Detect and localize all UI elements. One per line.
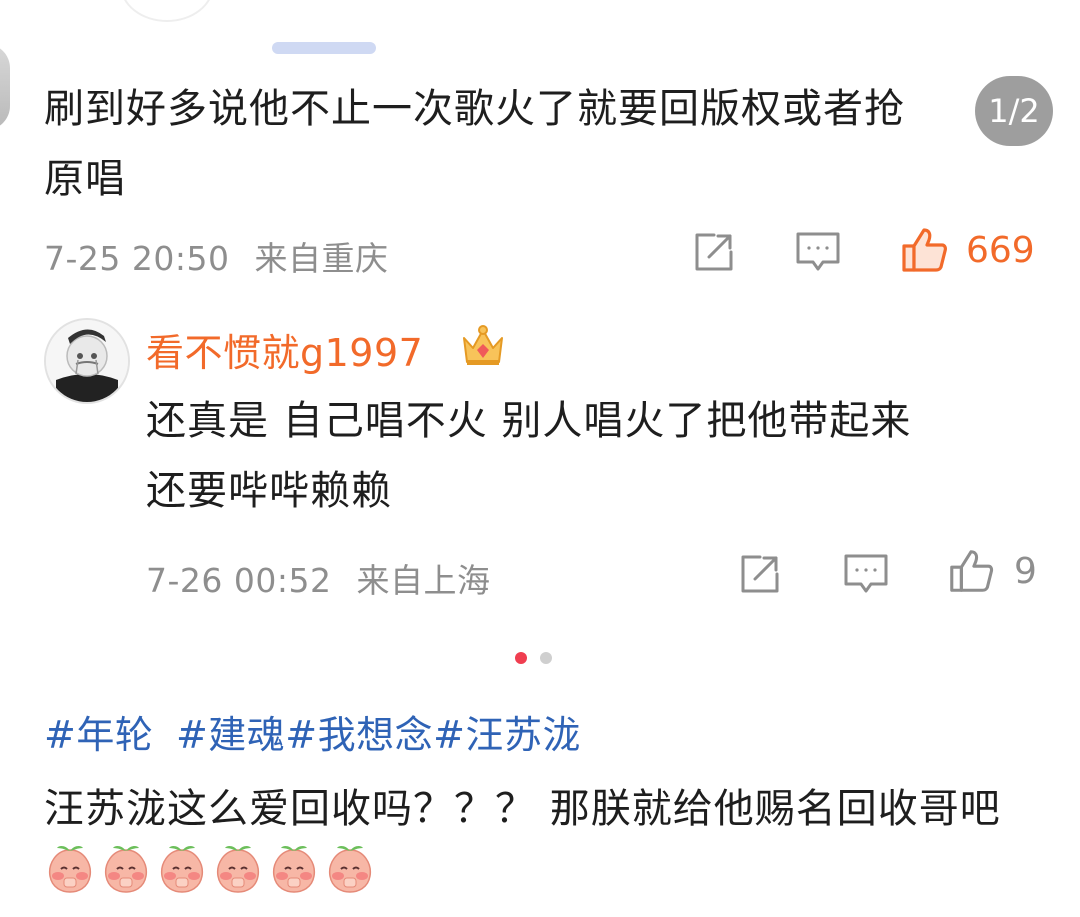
comment2-meta: 7-26 00:52 来自上海 [146,554,491,602]
comment2-line1: 还真是 自己唱不火 别人唱火了把他带起来 [146,398,912,444]
page-indicator: 1/2 [975,76,1053,146]
carousel-dot[interactable] [540,652,552,664]
comment2-username[interactable]: 看不惯就g1997 [146,322,423,377]
comment1-line1: 刷到好多说他不止一次歌火了就要回版权或者抢 [44,86,905,132]
comment2-text: 还真是 自己唱不火 别人唱火了把他带起来 还要哔哔赖赖 [146,386,1026,526]
comment-button[interactable] [794,228,842,276]
hashtag-link[interactable]: #年轮 [44,713,153,757]
comment2-timestamp: 7-26 00:52 [146,561,332,600]
peach-emoji-icon [48,846,92,893]
like-button[interactable]: 669 [898,224,1035,276]
comment2-line2: 还要哔哔赖赖 [146,468,392,514]
share-button[interactable] [690,228,738,276]
cropped-avatar-edge [0,44,10,130]
share-icon [741,555,779,593]
hashtag-link[interactable]: #汪苏泷 [433,713,581,757]
peach-emoji-icon [328,846,372,893]
like-icon [950,550,994,592]
share-button-2[interactable] [736,550,784,598]
carousel-dot-active[interactable] [515,652,527,664]
comment-icon [796,232,840,271]
emoji-row [44,842,376,894]
crown-badge-icon [458,322,508,370]
comment-icon [844,554,888,593]
comment1-timestamp: 7-25 20:50 [44,239,230,278]
peach-emoji-icon [216,846,260,893]
hashtag-link[interactable]: #我想念 [285,713,433,757]
comment1-text: 刷到好多说他不止一次歌火了就要回版权或者抢 原唱 [44,74,994,214]
comment1-meta: 7-25 20:50 来自重庆 [44,232,389,280]
cropped-avatar [120,0,214,22]
comment1-location: 来自重庆 [254,239,389,278]
avatar-image [46,320,128,402]
like-icon [902,228,947,272]
like-button-2[interactable]: 9 [946,546,1037,596]
comment1-like-count: 669 [966,229,1035,271]
peach-emoji-icon [272,846,316,893]
comment2-location: 来自上海 [356,561,491,600]
peach-emoji-icon [160,846,204,893]
comment1-line2: 原唱 [44,156,126,202]
comment-button-2[interactable] [842,550,890,598]
hashtag-link[interactable]: #建魂 [176,713,285,757]
post-text: 汪苏泷这么爱回收吗？？？ 那朕就给他赐名回收哥吧 [44,786,1001,832]
avatar[interactable] [44,318,130,404]
hashtag-row: #年轮 #建魂#我想念#汪苏泷 [44,704,581,759]
share-icon [695,233,733,271]
peach-emoji-icon [104,846,148,893]
comment2-like-count: 9 [1014,550,1037,592]
cropped-user-badge [272,42,376,54]
